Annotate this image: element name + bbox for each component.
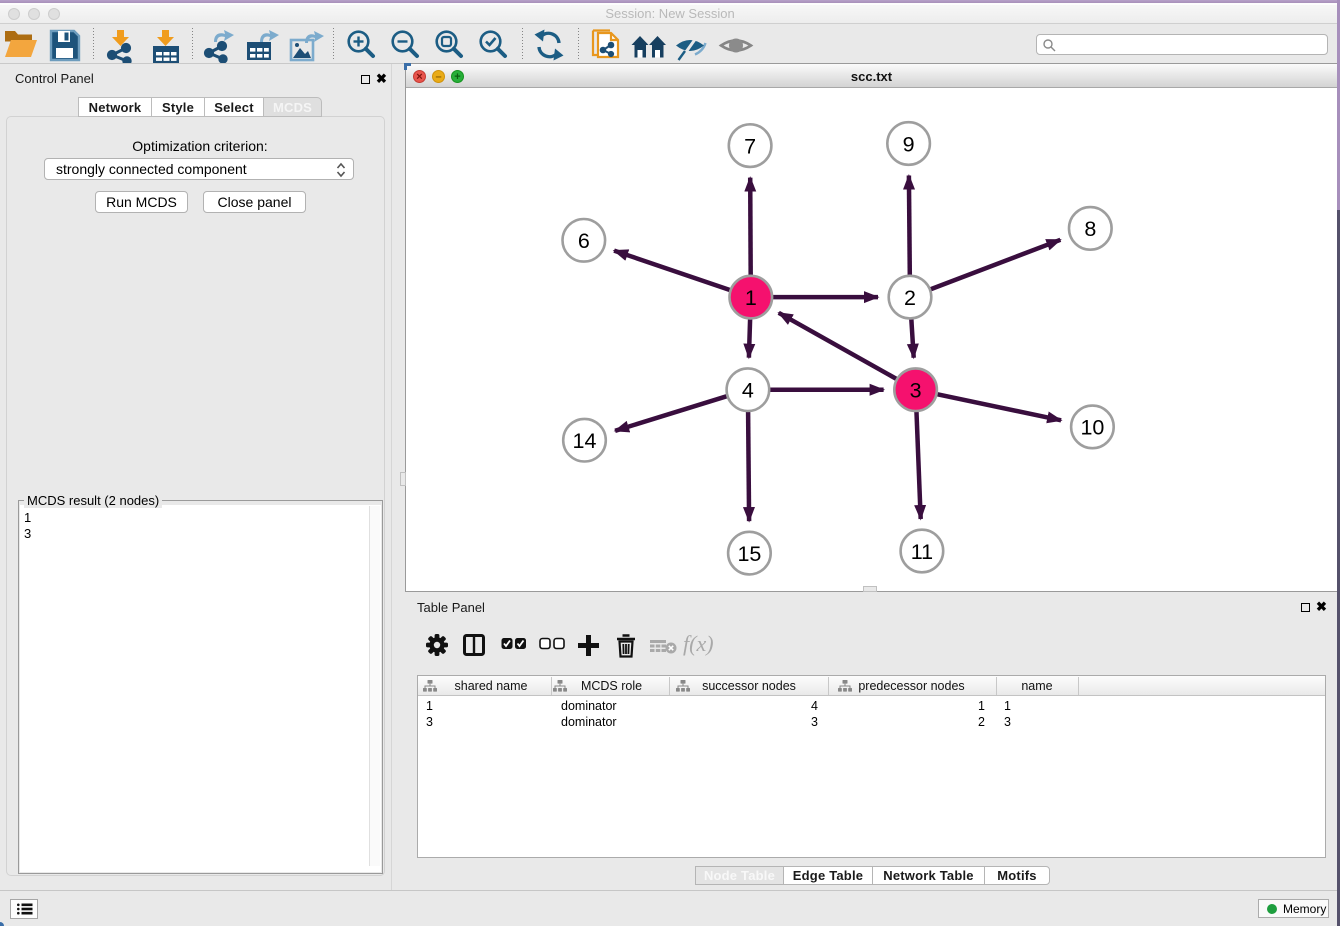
svg-text:14: 14 — [573, 429, 597, 453]
svg-text:9: 9 — [903, 132, 915, 156]
svg-text:3: 3 — [910, 379, 922, 403]
svg-text:10: 10 — [1080, 416, 1104, 440]
svg-text:1: 1 — [745, 286, 757, 310]
svg-text:2: 2 — [904, 286, 916, 310]
svg-text:8: 8 — [1084, 217, 1096, 241]
svg-text:7: 7 — [744, 134, 756, 158]
svg-text:4: 4 — [742, 379, 754, 403]
svg-text:6: 6 — [578, 229, 590, 253]
svg-text:15: 15 — [737, 542, 761, 566]
svg-text:11: 11 — [911, 540, 933, 564]
